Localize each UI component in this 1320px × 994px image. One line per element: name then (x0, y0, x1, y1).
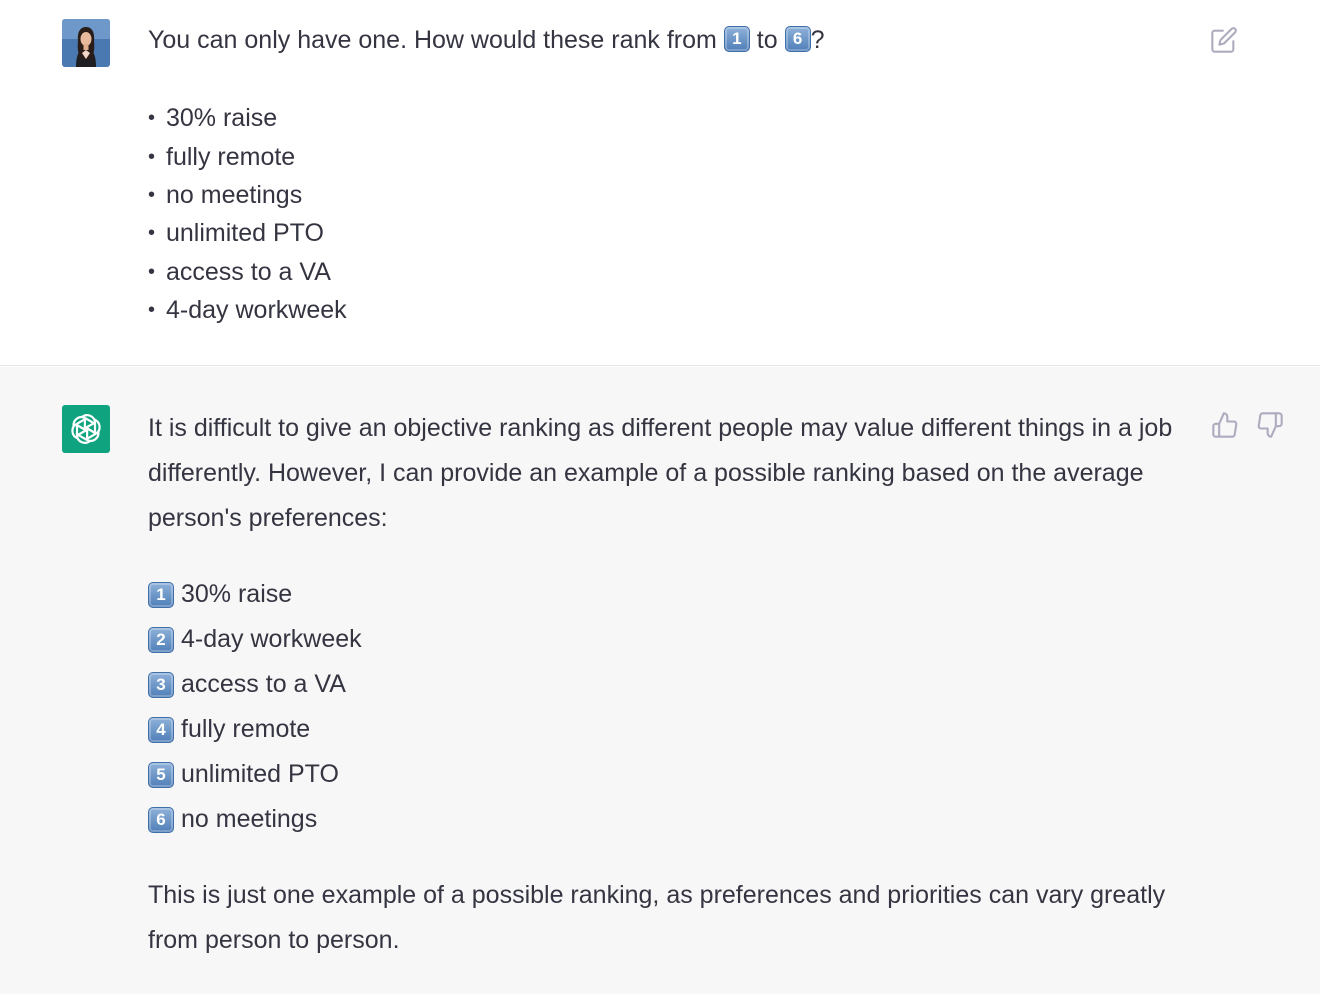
ranking-item: 6 no meetings (148, 797, 362, 842)
thumbs-up-icon (1212, 412, 1238, 438)
thumbs-up-button[interactable] (1211, 411, 1239, 439)
bullet: • (148, 145, 156, 168)
assistant-outro-text: This is just one example of a possible r… (148, 881, 1166, 954)
keycap-six-icon: 6 (784, 26, 811, 53)
list-item-label: fully remote (166, 142, 296, 171)
list-item-label: 30% raise (166, 104, 278, 133)
bullet: • (148, 299, 156, 322)
keycap-four-icon: 4 (148, 716, 174, 743)
assistant-avatar (62, 405, 110, 453)
assistant-intro-text: It is difficult to give an objective ran… (148, 414, 1173, 532)
bullet: • (148, 183, 156, 206)
openai-logo-icon (71, 414, 101, 444)
ranking-item-label: 4-day workweek (181, 625, 362, 653)
list-item: • access to a VA (148, 253, 347, 291)
list-item: • 30% raise (148, 99, 347, 137)
ranking-item: 1 30% raise (148, 572, 362, 617)
ranking-item: 4 fully remote (148, 707, 362, 752)
ranking-item-label: 30% raise (181, 580, 293, 608)
bullet: • (148, 107, 156, 130)
user-avatar-photo (62, 19, 110, 67)
ranking-item-label: fully remote (181, 715, 311, 743)
keycap-three-icon: 3 (148, 671, 174, 698)
edit-icon (1211, 27, 1237, 53)
prompt-text-middle: to (749, 26, 785, 54)
keycap-two-icon: 2 (148, 626, 174, 653)
keycap-one-icon: 1 (723, 26, 750, 53)
list-item: • no meetings (148, 176, 347, 214)
list-item-label: no meetings (166, 180, 303, 209)
ranking-item: 3 access to a VA (148, 662, 362, 707)
edit-message-button[interactable] (1210, 26, 1238, 54)
user-avatar (62, 19, 110, 67)
ranking-item-label: no meetings (181, 805, 318, 833)
assistant-message: It is difficult to give an objective ran… (0, 367, 1320, 994)
ranking-list: 1 30% raise 2 4-day workweek 3 access to a … (148, 572, 362, 842)
prompt-text-after: ? (810, 26, 825, 54)
prompt-text-before: You can only have one. How would these r… (148, 26, 724, 54)
bullet: • (148, 222, 156, 245)
keycap-one-icon: 1 (148, 581, 174, 608)
list-item-label: 4-day workweek (166, 296, 347, 325)
list-item-label: unlimited PTO (166, 219, 324, 248)
chat-thread: You can only have one. How would these r… (0, 0, 1320, 994)
keycap-five-icon: 5 (148, 761, 174, 788)
list-item: • fully remote (148, 137, 347, 175)
bullet: • (148, 260, 156, 283)
list-item: • 4-day workweek (148, 291, 347, 329)
list-item: • unlimited PTO (148, 214, 347, 252)
user-message: You can only have one. How would these r… (0, 0, 1320, 366)
thumbs-down-button[interactable] (1256, 411, 1284, 439)
user-prompt-text: You can only have one. How would these r… (148, 24, 824, 56)
list-item-label: access to a VA (166, 257, 331, 286)
keycap-six-icon: 6 (148, 806, 174, 833)
ranking-item: 5 unlimited PTO (148, 752, 362, 797)
ranking-item-label: unlimited PTO (181, 760, 339, 788)
thumbs-down-icon (1257, 412, 1283, 438)
ranking-item: 2 4-day workweek (148, 617, 362, 662)
user-options-list: • 30% raise • fully remote • no meetings • u… (148, 99, 347, 329)
ranking-item-label: access to a VA (181, 670, 346, 698)
